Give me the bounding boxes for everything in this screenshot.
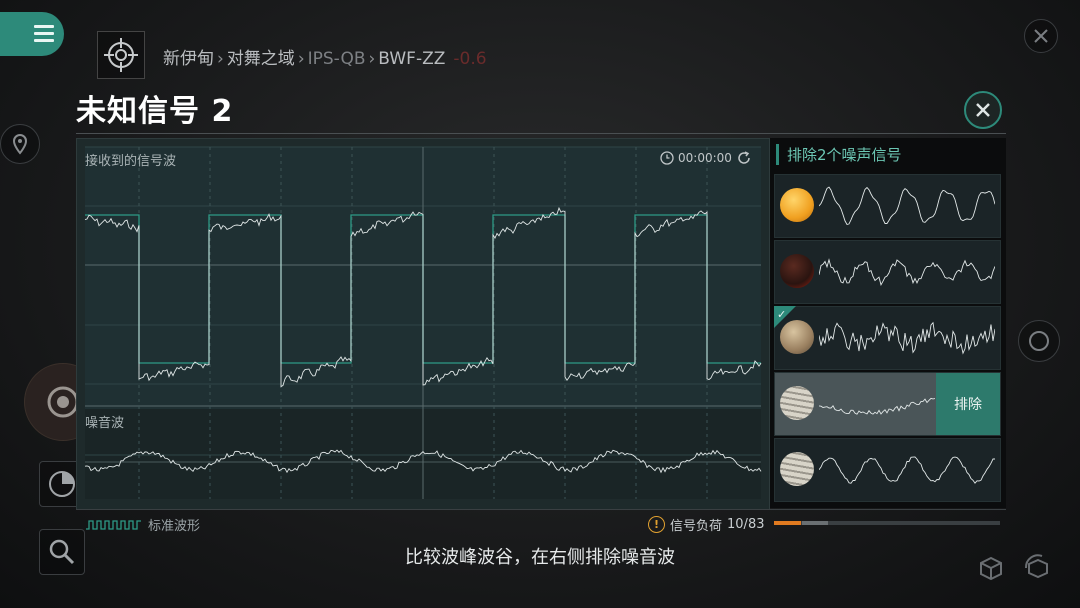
noise-card-wave (819, 258, 995, 286)
cargo-button[interactable] (976, 552, 1006, 584)
noise-card-wave (819, 186, 995, 226)
warning-icon: ! (648, 516, 665, 533)
noise-card-3[interactable]: ✓ (774, 306, 1001, 370)
clock-icon (660, 151, 674, 165)
crosshair-icon (104, 38, 138, 72)
title-divider (76, 133, 1006, 134)
exclude-button[interactable]: 排除 (936, 373, 1000, 435)
sun-planet-icon (780, 188, 814, 222)
page-title: 未知信号 2 (76, 94, 234, 129)
main-menu-button[interactable] (0, 12, 64, 56)
signal-chart-svg (84, 146, 762, 499)
gas-planet-icon (780, 386, 814, 420)
footer-divider (76, 509, 1006, 510)
close-icon (976, 103, 990, 117)
side-target-button[interactable] (1018, 320, 1060, 362)
signal-load-segment (802, 521, 828, 525)
square-wave-icon (86, 519, 141, 530)
breadcrumb: 新伊甸 › 对舞之域 › IPS-QB › BWF-ZZ -0.6 (163, 49, 487, 69)
timer-value: 00:00:00 (678, 151, 732, 165)
gas-planet-icon (780, 452, 814, 486)
close-icon (1034, 29, 1048, 43)
check-icon: ✓ (777, 308, 787, 321)
noise-panel-title: 排除2个噪声信号 (776, 144, 902, 165)
target-icon (1029, 331, 1049, 351)
signal-load-label: 信号负荷 (670, 519, 723, 534)
noise-card-wave (819, 397, 935, 415)
cube-icon (980, 556, 1002, 581)
noise-card-2[interactable] (774, 240, 1001, 304)
drone-button[interactable] (1022, 552, 1054, 584)
noise-card-5[interactable] (774, 438, 1001, 502)
signal-load-value: 10/83 (727, 517, 765, 532)
standard-wave-legend: 标准波形 (86, 515, 200, 534)
standard-wave-label: 标准波形 (148, 519, 201, 534)
timer: 00:00:00 (660, 150, 752, 166)
cube-rotate-icon (1025, 554, 1048, 579)
signal-load-bar (774, 521, 1000, 525)
breadcrumb-constellation[interactable]: 对舞之域 (227, 49, 295, 69)
noise-card-wave (819, 321, 995, 355)
hint-text: 比较波峰波谷，在右侧排除噪音波 (405, 547, 675, 568)
received-wave-label: 接收到的信号波 (85, 154, 177, 169)
lava-planet-icon (780, 254, 814, 288)
noise-card-wave (819, 456, 995, 484)
location-button[interactable] (0, 124, 40, 164)
noise-wave-label: 噪音波 (85, 416, 125, 431)
system-map-button[interactable] (97, 31, 145, 79)
hamburger-icon (34, 25, 54, 43)
noise-card-4[interactable]: 排除 (774, 372, 1001, 436)
noise-card-1[interactable] (774, 174, 1001, 238)
breadcrumb-region[interactable]: 新伊甸 (163, 49, 214, 69)
breadcrumb-system[interactable]: IPS-QB (308, 49, 366, 69)
close-window-button[interactable] (1024, 19, 1058, 53)
signal-chart (76, 138, 770, 510)
security-status: -0.6 (453, 49, 487, 69)
signal-load: ! 信号负荷 10/83 (648, 515, 764, 534)
breadcrumb-location[interactable]: BWF-ZZ (378, 49, 445, 69)
refresh-icon[interactable] (736, 150, 752, 166)
signal-load-fill (774, 521, 802, 525)
close-panel-button[interactable] (964, 91, 1002, 129)
map-pin-icon (12, 133, 28, 155)
